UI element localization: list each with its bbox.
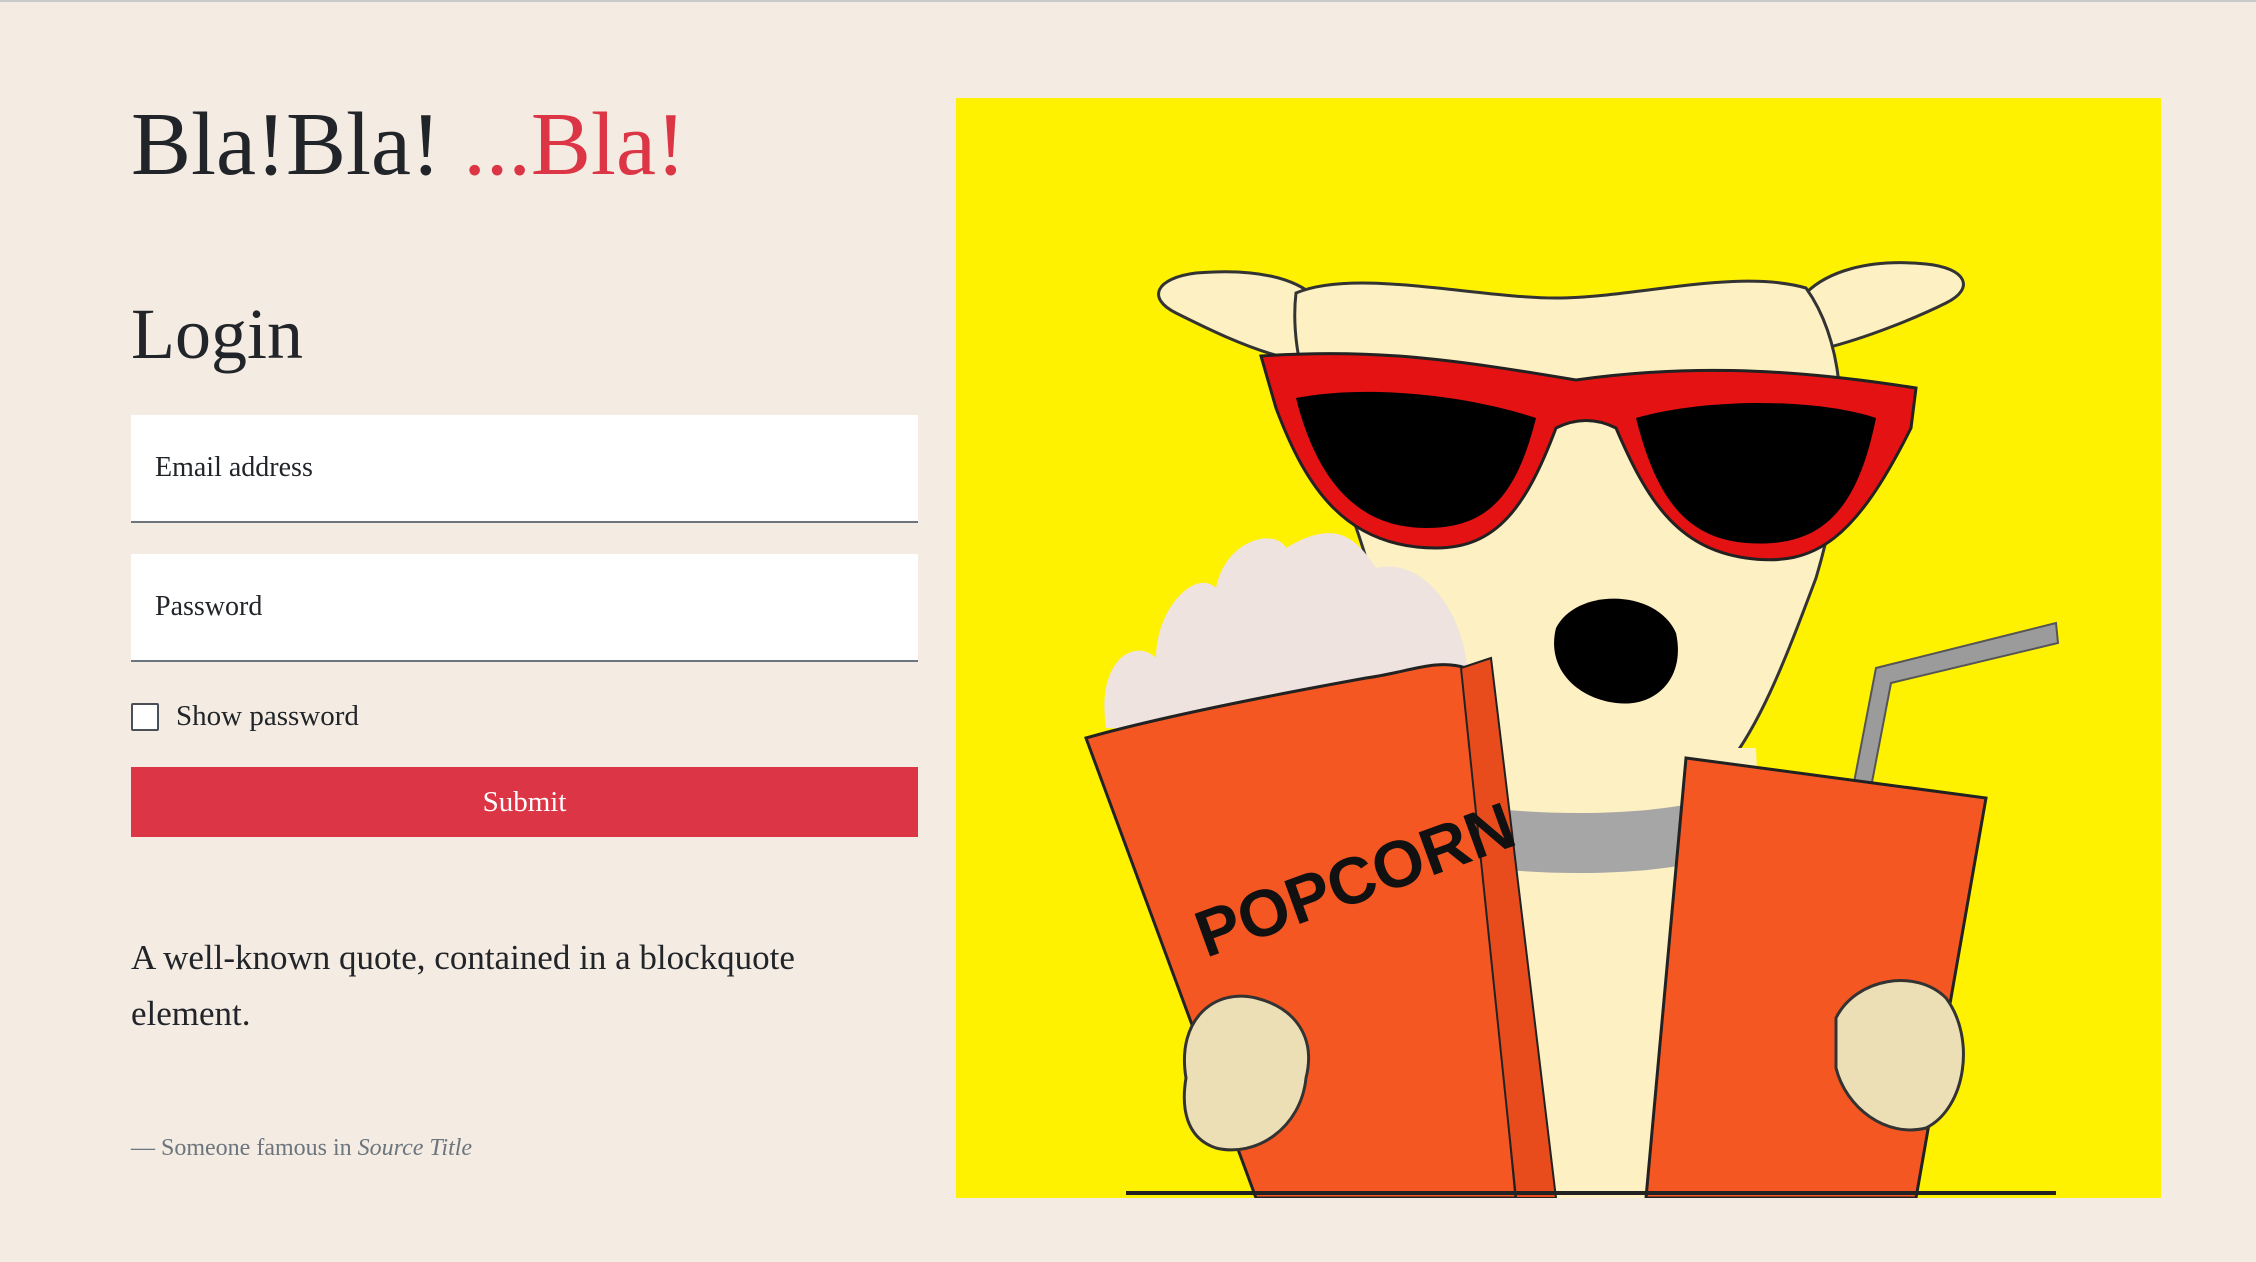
brand-part-1: Bla!Bla! [131,95,464,194]
brand-title: Bla!Bla! ...Bla! [131,100,686,190]
show-password-label[interactable]: Show password [176,700,359,733]
submit-button[interactable]: Submit [131,767,918,837]
password-field-wrapper [131,554,918,662]
straw [1849,621,2060,805]
email-field-wrapper [131,415,918,523]
quote-citation: — Someone famous in Source Title [131,1135,472,1162]
show-password-checkbox[interactable] [131,702,159,731]
show-password-row: Show password [131,700,359,733]
email-field[interactable] [131,415,918,521]
login-heading: Login [131,294,303,374]
citation-prefix: — Someone famous in [131,1135,358,1161]
drink-cup [1644,756,1988,1198]
password-field[interactable] [131,554,918,660]
brand-part-2: ...Bla! [463,95,686,194]
hero-illustration: POPCORN [956,98,2161,1198]
citation-source: Source Title [357,1135,473,1161]
quote-text: A well-known quote, contained in a block… [131,938,795,1033]
dog-popcorn-illustration: POPCORN [1084,261,2060,1198]
